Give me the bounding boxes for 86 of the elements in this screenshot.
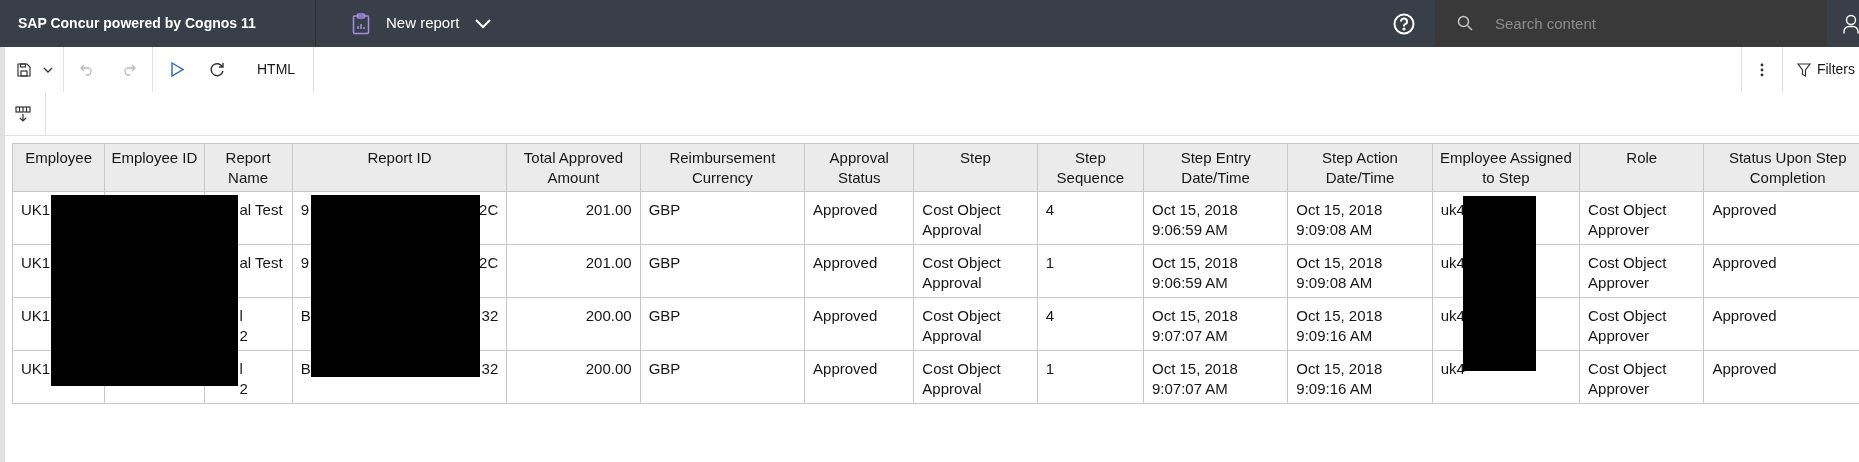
chevron-down-icon[interactable]	[475, 18, 492, 29]
table-cell-text: Cost Object Approver	[1588, 359, 1668, 399]
table-cell-text: GBP	[648, 306, 682, 326]
table-cell-text: Approved	[1712, 359, 1778, 379]
table-cell-text: Oct 15, 2018 9:06:59 AM	[1151, 253, 1239, 293]
table-cell-text: Oct 15, 2018 9:09:16 AM	[1296, 306, 1384, 346]
table-cell-text: Cost Object Approval	[922, 359, 1002, 399]
table-cell-text: Approved	[813, 306, 879, 326]
column-header: Step	[960, 149, 991, 166]
table-cell-text: UK1	[21, 253, 52, 273]
table-cell: 201.00	[585, 254, 632, 271]
table-cell-text: GBP	[648, 359, 682, 379]
search-field[interactable]: Search content	[1435, 0, 1827, 47]
table-cell-text: l 2	[239, 359, 249, 399]
output-format-button[interactable]: HTML	[251, 59, 302, 80]
table-cell: 201.00	[585, 201, 632, 218]
table-cell-text: Approved	[1712, 253, 1778, 273]
table-cell-text: GBP	[648, 253, 682, 273]
table-cell-text: Approved	[813, 359, 879, 379]
column-header: Step Action Date/Time	[1322, 149, 1398, 186]
table-cell-text: UK1	[21, 359, 52, 379]
table-cell-text: l 2	[239, 306, 249, 346]
table-cell-text: Cost Object Approval	[922, 253, 1002, 293]
filter-icon	[1796, 62, 1811, 77]
column-header: Report ID	[367, 149, 432, 166]
table-cell-text: Cost Object Approver	[1588, 200, 1668, 240]
run-icon[interactable]	[171, 62, 184, 77]
table-cell: 9	[300, 253, 310, 273]
table-cell-text: GBP	[648, 200, 682, 220]
refresh-icon[interactable]	[210, 62, 225, 77]
column-header: Approval Status	[829, 149, 889, 186]
table-cell-text: UK1	[21, 200, 52, 220]
table-cell-text: Approved	[1712, 200, 1778, 220]
column-header: Step Entry Date/Time	[1180, 149, 1251, 186]
table-cell-text: Oct 15, 2018 9:09:16 AM	[1296, 359, 1384, 399]
column-header: Report Name	[225, 149, 271, 186]
table-cell-text: Approved	[813, 253, 879, 273]
table-cell: B	[300, 306, 311, 326]
table-cell: 200.00	[585, 307, 632, 324]
table-cell-text: al Test	[239, 253, 284, 273]
table-cell-text: uk4	[1440, 359, 1466, 379]
table-cell-text: Oct 15, 2018 9:07:07 AM	[1151, 306, 1239, 346]
report-icon	[352, 12, 370, 35]
table-cell-text: uk4	[1440, 200, 1466, 220]
column-header: Total Approved Amount	[523, 149, 624, 186]
table-cell: 9	[300, 200, 310, 220]
table-cell-text: Cost Object Approval	[922, 306, 1002, 346]
table-cell-text: Oct 15, 2018 9:06:59 AM	[1151, 200, 1239, 240]
more-options-icon[interactable]	[1759, 62, 1764, 77]
table-cell-text: Cost Object Approval	[922, 200, 1002, 240]
table-cell-text: 1	[1045, 359, 1056, 379]
table-cell-text: 4	[1045, 306, 1056, 326]
table-cell-text: Cost Object Approver	[1588, 306, 1668, 346]
table-cell-text: 1	[1045, 253, 1056, 273]
table-cell: B	[300, 359, 311, 379]
column-header: Employee	[25, 149, 92, 166]
caret-icon[interactable]	[43, 66, 53, 73]
table-cell: 2C	[479, 200, 499, 220]
table-cell-text: 4	[1045, 200, 1056, 220]
table-cell-text: uk4	[1440, 253, 1466, 273]
column-header: Employee ID	[111, 149, 198, 166]
save-icon[interactable]	[17, 62, 31, 77]
table-cell-text: Approved	[813, 200, 879, 220]
table-cell: 2C	[479, 253, 499, 273]
table-cell: 32	[481, 306, 499, 326]
brand-title: SAP Concur powered by Cognos 11	[18, 14, 256, 33]
table-cell-text: Cost Object Approver	[1588, 253, 1668, 293]
help-icon[interactable]	[1393, 12, 1415, 35]
column-header: Reimbursement Currency	[669, 149, 776, 186]
table-cell-text: al Test	[239, 200, 284, 220]
table-cell: 200.00	[585, 360, 632, 377]
table-cell: 32	[481, 359, 499, 379]
user-icon[interactable]	[1843, 13, 1859, 34]
table-cell-text: UK1	[21, 306, 52, 326]
table-cell-text: Approved	[1712, 306, 1778, 326]
filters-button[interactable]: Filters	[1781, 47, 1859, 92]
table-cell-text: Oct 15, 2018 9:09:08 AM	[1296, 253, 1384, 293]
column-header: Status Upon Step Completion	[1728, 149, 1847, 186]
table-cell-text: Oct 15, 2018 9:09:08 AM	[1296, 200, 1384, 240]
column-header: Employee Assigned to Step	[1440, 149, 1572, 186]
table-cell-text: Oct 15, 2018 9:07:07 AM	[1151, 359, 1239, 399]
column-header: Step Sequence	[1056, 149, 1125, 186]
insert-row-icon[interactable]	[15, 105, 31, 122]
table-cell-text: uk4	[1440, 306, 1466, 326]
report-title: New report	[386, 13, 460, 34]
column-header: Role	[1626, 149, 1658, 166]
